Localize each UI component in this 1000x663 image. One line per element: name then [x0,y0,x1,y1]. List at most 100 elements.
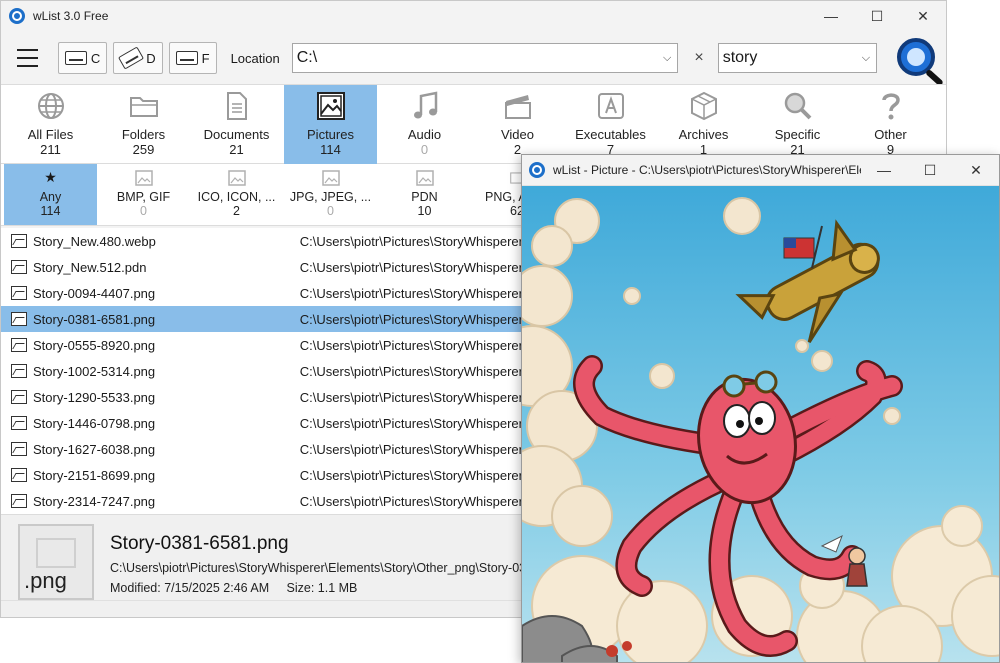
list-item[interactable]: Story-2314-7247.png C:\Users\piotr\Pictur… [1,488,523,514]
list-item[interactable]: Story-1002-5314.png C:\Users\piotr\Pictur… [1,358,523,384]
file-path: C:\Users\piotr\Pictures\StoryWhisperer [299,389,523,405]
folder-icon [129,97,158,117]
file-path: C:\Users\piotr\Pictures\StoryWhisperer [299,233,523,249]
file-path: C:\Users\piotr\Pictures\StoryWhisperer [299,311,523,327]
image-file-icon [134,170,153,186]
globe-icon [37,93,64,119]
location-combobox[interactable]: C:\ ⌵ [291,43,679,73]
category-video[interactable]: Video 2 [471,85,564,164]
file-list: Story_New.480.webp C:\Users\piotr\Picture… [1,228,523,514]
category-count: 259 [132,142,155,157]
image-file-icon [11,286,27,300]
file-path: C:\Users\piotr\Pictures\StoryWhisperer [299,363,523,379]
image-file-icon [11,364,27,378]
drive-d-button[interactable]: D [113,42,163,74]
category-executables[interactable]: Executables 7 [564,85,657,164]
file-name: Story_New.512.pdn [33,259,147,275]
menu-button[interactable] [15,47,40,69]
magnifier-icon [784,92,811,120]
category-specific[interactable]: Specific 21 [751,85,844,164]
category-label: Archives [678,127,729,142]
box-icon [690,91,717,121]
maximize-button[interactable]: ☐ [907,155,953,185]
subfilter-label: PDN [411,190,438,204]
subfilter-count: 0 [140,204,147,218]
minimize-button[interactable]: — [861,155,907,185]
list-item[interactable]: Story_New.480.webp C:\Users\piotr\Picture… [1,228,523,254]
category-folders[interactable]: Folders 259 [97,85,190,164]
image-file-icon [227,170,246,186]
subfilter-count: 114 [40,204,61,218]
category-all-files[interactable]: All Files 211 [4,85,97,164]
image-file-icon [11,234,27,248]
category-label: All Files [27,127,74,142]
close-button[interactable]: ✕ [953,155,999,185]
preview-title: wList - Picture - C:\Users\piotr\Picture… [553,163,861,177]
chevron-down-icon[interactable]: ⌵ [862,52,870,65]
list-item[interactable]: Story_New.512.pdn C:\Users\piotr\Pictures… [1,254,523,280]
search-button[interactable] [891,34,946,87]
drive-icon [175,51,198,65]
minimize-button[interactable]: — [808,1,854,31]
drive-f-button[interactable]: F [168,42,217,74]
file-name: Story-1002-5314.png [33,363,156,379]
category-other[interactable]: Other 9 [844,85,937,164]
subfilter-any[interactable]: ★ Any 114 [4,164,97,225]
search-combobox[interactable]: story ⌵ [717,43,878,73]
file-path: C:\Users\piotr\Pictures\StoryWhisperer [299,467,523,483]
location-label: Location [230,50,280,66]
drive-c-button[interactable]: C [57,42,108,74]
subfilter-ico[interactable]: ICO, ICON, ... 2 [190,164,283,225]
subfilter-label: ICO, ICON, ... [197,190,276,204]
file-path: C:\Users\piotr\Pictures\StoryWhisperer [299,285,523,301]
category-label: Specific [774,127,821,142]
image-file-icon [11,312,27,326]
window-title: wList 3.0 Free [33,9,109,23]
file-name: Story-1627-6038.png [33,441,156,457]
list-item[interactable]: Story-0555-8920.png C:\Users\piotr\Pictur… [1,332,523,358]
subfilter-bar: ★ Any 114 BMP, GIF 0 ICO, ICON, ... 2 JP… [1,164,524,226]
subfilter-bmp-gif[interactable]: BMP, GIF 0 [97,164,190,225]
star-icon: ★ [44,169,57,185]
list-item[interactable]: Story-2151-8699.png C:\Users\piotr\Pictur… [1,462,523,488]
image-file-icon [415,170,434,186]
clear-search-button[interactable]: × [694,49,703,67]
file-path: C:\Users\piotr\Pictures\StoryWhisperer [299,441,523,457]
file-name: Story-0555-8920.png [33,337,156,353]
details-file-name: Story-0381-6581.png [110,533,289,554]
music-icon [413,91,437,119]
subfilter-png[interactable]: PNG, A 62 [471,164,524,225]
category-audio[interactable]: Audio 0 [378,85,471,164]
file-name: Story_New.480.webp [33,233,156,249]
list-item[interactable]: Story-1627-6038.png C:\Users\piotr\Pictur… [1,436,523,462]
category-label: Video [500,127,534,142]
subfilter-label: Any [39,190,62,204]
file-thumbnail: .png [18,524,94,600]
list-item-selected[interactable]: Story-0381-6581.png C:\Users\piotr\Pictur… [1,306,523,332]
category-label: Folders [121,127,166,142]
subfilter-label: BMP, GIF [116,190,171,204]
category-documents[interactable]: Documents 21 [190,85,283,164]
file-path: C:\Users\piotr\Pictures\StoryWhisperer [299,259,523,275]
close-button[interactable]: ✕ [900,1,946,31]
image-file-icon [11,494,27,508]
maximize-button[interactable]: ☐ [854,1,900,31]
subfilter-jpg[interactable]: JPG, JPEG, ... 0 [284,164,377,225]
list-item[interactable]: Story-0094-4407.png C:\Users\piotr\Pictur… [1,280,523,306]
drive-icon [118,46,145,70]
list-item[interactable]: Story-1446-0798.png C:\Users\piotr\Pictur… [1,410,523,436]
image-file-icon [11,260,27,274]
preview-image [522,186,999,662]
subfilter-label: JPG, JPEG, ... [289,190,372,204]
drive-label: C [90,50,101,66]
image-file-icon [11,468,27,482]
image-file-icon [11,442,27,456]
category-pictures[interactable]: Pictures 114 [284,85,377,164]
list-item[interactable]: Story-1290-5533.png C:\Users\piotr\Pictur… [1,384,523,410]
image-file-icon [11,416,27,430]
subfilter-pdn[interactable]: PDN 10 [378,164,471,225]
toolbar: C D F Location C:\ ⌵ × story ⌵ [1,31,946,87]
chevron-down-icon[interactable]: ⌵ [663,52,671,65]
category-archives[interactable]: Archives 1 [657,85,750,164]
category-count: 0 [420,142,429,157]
